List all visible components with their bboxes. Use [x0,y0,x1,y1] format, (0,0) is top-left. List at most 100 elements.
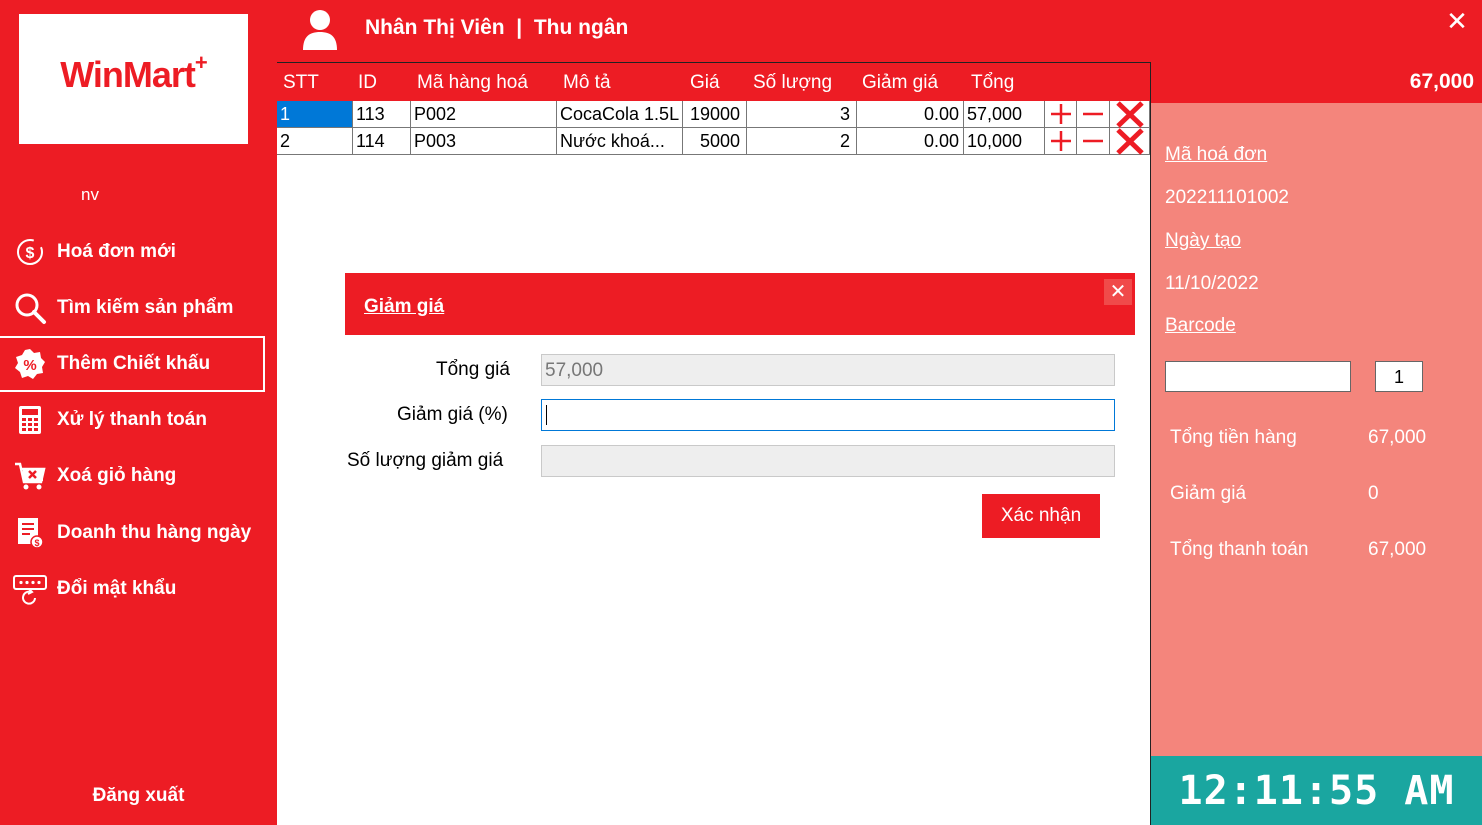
invoice-code-value: 202211101002 [1165,187,1289,208]
discount-label: Giảm giá [1170,483,1247,504]
cell-total[interactable]: 10,000 [964,128,1045,155]
clock-panel: 12:11:55 AM [1151,756,1482,825]
sidebar-item-label: Hoá đơn mới [57,241,176,262]
column-header: Số lượng [753,72,833,93]
username-label: nv [81,185,99,204]
grid-header: STT ID Mã hàng hoá Mô tả Giá Số lượng Gi… [277,63,1150,101]
sidebar-item-label: Doanh thu hàng ngày [57,522,252,543]
cell-stt[interactable]: 1 [277,101,353,128]
svg-text:%: % [23,357,36,374]
user-icon [300,8,340,50]
cell-price[interactable]: 19000 [683,101,747,128]
sidebar-item-clear-cart[interactable]: Xoá giỏ hàng [0,448,265,504]
password-refresh-icon [13,572,47,606]
table-row[interactable]: 1 113 P002 CocaCola 1.5L 19000 3 0.00 57… [277,100,1150,128]
dollar-refresh-icon: $ [13,235,47,269]
sidebar-item-label: Xử lý thanh toán [57,409,207,430]
close-window-button[interactable]: ✕ [1444,8,1470,34]
sidebar-item-label: Thêm Chiết khấu [57,353,211,374]
dialog-close-button[interactable]: ✕ [1104,279,1132,305]
subtotal-label: Tổng tiền hàng [1170,427,1297,448]
logo: WinMart+ [19,14,248,144]
svg-text:$: $ [26,245,35,262]
cell-quantity[interactable]: 2 [747,128,857,155]
sidebar-item-add-discount[interactable]: % Thêm Chiết khấu [0,336,265,392]
decrease-qty-button[interactable] [1077,128,1110,155]
cell-price[interactable]: 5000 [683,128,747,155]
cell-id[interactable]: 113 [353,101,411,128]
cell-description[interactable]: CocaCola 1.5L [557,101,683,128]
text-caret [546,405,547,425]
discount-value: 0 [1368,483,1379,504]
search-icon [13,291,47,325]
decrease-qty-button[interactable] [1077,101,1110,128]
barcode-input[interactable] [1165,361,1351,392]
percent-badge-icon: % [13,347,47,381]
svg-text:$: $ [34,538,39,548]
remove-item-button[interactable] [1110,100,1150,128]
clock: 12:11:55 AM [1178,768,1455,814]
cart-remove-icon [13,459,47,493]
sidebar-item-daily-revenue[interactable]: $ Doanh thu hàng ngày [0,505,265,561]
close-icon: ✕ [1446,6,1468,36]
column-header: Giảm giá [862,72,939,93]
created-date-link[interactable]: Ngày tạo [1165,230,1241,252]
sidebar-item-new-invoice[interactable]: $ Hoá đơn mới [0,224,265,280]
sidebar-item-label: Xoá giỏ hàng [57,465,177,486]
cell-code[interactable]: P003 [411,128,557,155]
calculator-icon [13,403,47,437]
logo-text: WinMart+ [60,50,208,95]
grand-total-value: 67,000 [1368,539,1427,560]
cell-id[interactable]: 114 [353,128,411,155]
column-header: Mã hàng hoá [417,72,528,93]
cell-discount[interactable]: 0.00 [857,101,964,128]
close-icon: ✕ [1109,281,1127,303]
cell-discount[interactable]: 0.00 [857,128,964,155]
created-date-value: 11/10/2022 [1165,273,1259,294]
sidebar: WinMart+ nv $ Hoá đơn mới Tìm kiếm sản p… [0,0,277,825]
sidebar-item-change-password[interactable]: Đổi mật khẩu [0,561,265,617]
cell-total[interactable]: 57,000 [964,101,1045,128]
delete-x-icon [1115,100,1144,128]
column-header: Giá [690,72,720,93]
cell-stt[interactable]: 2 [277,128,353,155]
invoice-panel: Mã hoá đơn 202211101002 Ngày tạo 11/10/2… [1151,103,1482,756]
increase-qty-button[interactable] [1045,128,1077,155]
barcode-quantity-input[interactable]: 1 [1375,361,1423,392]
column-header: Tổng [971,72,1015,93]
discount-dialog-header: Giảm giá ✕ [345,273,1135,335]
cell-quantity[interactable]: 3 [747,101,857,128]
discount-qty-label: Số lượng giảm giá [347,450,504,471]
logout-button[interactable]: Đăng xuất [0,785,277,807]
cell-description[interactable]: Nước khoá... [557,128,683,155]
total-price-label: Tổng giá [436,359,510,380]
sidebar-item-payment[interactable]: Xử lý thanh toán [0,392,265,448]
minus-icon [1083,112,1103,116]
sidebar-item-search-product[interactable]: Tìm kiếm sản phẩm [0,280,265,336]
grand-total-label: Tổng thanh toán [1170,539,1309,560]
increase-qty-button[interactable] [1045,101,1077,128]
column-header: STT [283,72,319,93]
plus-icon [1050,104,1071,124]
header-total: 67,000 [1409,70,1474,93]
sidebar-item-label: Đổi mật khẩu [57,578,177,599]
confirm-button[interactable]: Xác nhận [982,494,1100,538]
table-row[interactable]: 2 114 P003 Nước khoá... 5000 2 0.00 10,0… [277,127,1150,155]
revenue-report-icon: $ [13,516,47,550]
column-header: Mô tả [563,72,611,93]
dialog-title: Giảm giá [364,296,445,317]
invoice-code-link[interactable]: Mã hoá đơn [1165,144,1267,166]
minus-icon [1083,139,1103,143]
cell-code[interactable]: P002 [411,101,557,128]
barcode-link[interactable]: Barcode [1165,315,1236,337]
remove-item-button[interactable] [1110,127,1150,155]
sidebar-item-label: Tìm kiếm sản phẩm [57,297,234,318]
plus-icon [1050,131,1071,151]
discount-percent-input[interactable] [541,399,1115,431]
subtotal-value: 67,000 [1368,427,1427,448]
column-header: ID [358,72,377,93]
discount-percent-label: Giảm giá (%) [397,404,508,425]
discount-qty-field [541,445,1115,477]
delete-x-icon [1115,127,1144,155]
cart-grid: STT ID Mã hàng hoá Mô tả Giá Số lượng Gi… [277,62,1151,825]
